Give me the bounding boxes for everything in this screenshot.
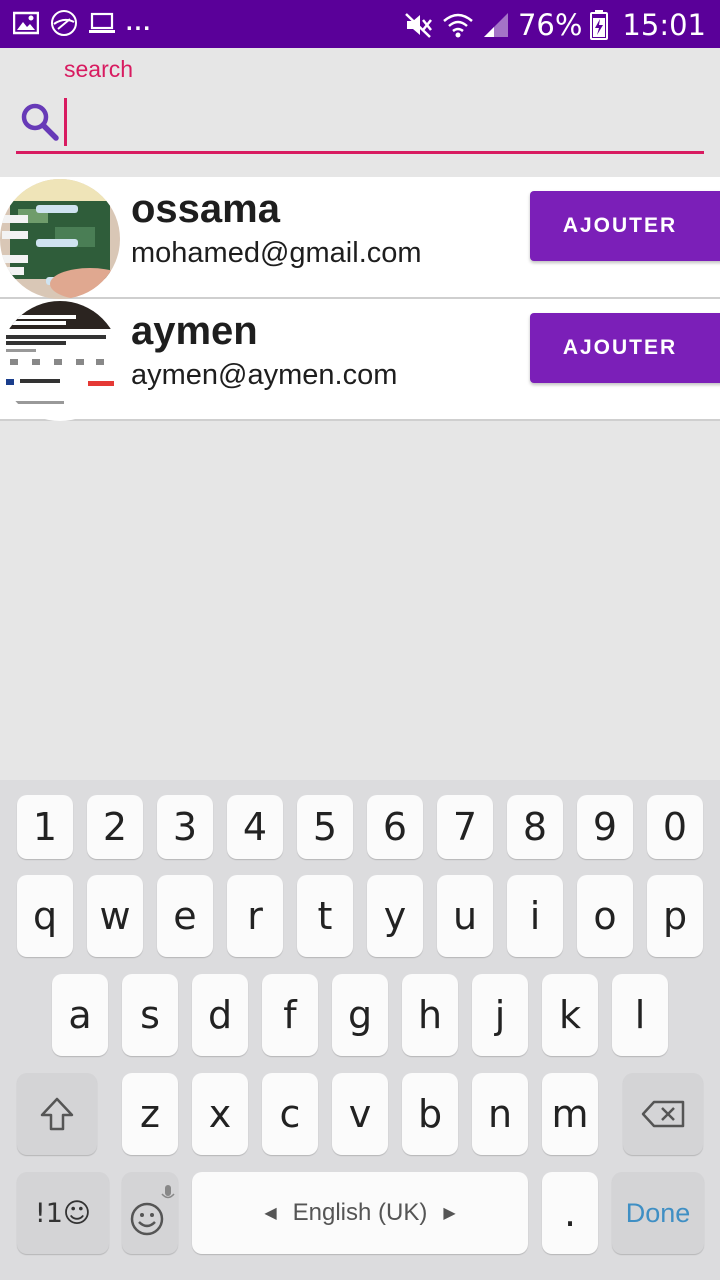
search-input[interactable] xyxy=(64,96,704,148)
user-list: ossama mohamed@gmail.com AJOUTER aymen a… xyxy=(0,177,720,421)
battery-percent: 76% xyxy=(517,8,583,42)
image-icon xyxy=(12,10,40,36)
key-f[interactable]: f xyxy=(262,974,318,1056)
key-q[interactable]: q xyxy=(17,875,73,957)
key-n[interactable]: n xyxy=(472,1073,528,1155)
key-4[interactable]: 4 xyxy=(227,795,283,859)
done-key[interactable]: Done xyxy=(612,1172,704,1254)
symbols-key[interactable]: !1☺ xyxy=(17,1172,109,1254)
search-icon xyxy=(20,102,60,142)
list-item: ossama mohamed@gmail.com AJOUTER xyxy=(0,177,720,299)
user-email: mohamed@gmail.com xyxy=(131,237,422,269)
battery-charging-icon xyxy=(590,10,609,40)
key-m[interactable]: m xyxy=(542,1073,598,1155)
period-key[interactable]: . xyxy=(542,1172,598,1254)
search-label: search xyxy=(64,56,134,82)
status-bar: ... 76% 15:01 xyxy=(0,0,720,48)
key-9[interactable]: 9 xyxy=(577,795,633,859)
list-item: aymen aymen@aymen.com AJOUTER xyxy=(0,299,720,421)
key-7[interactable]: 7 xyxy=(437,795,493,859)
search-underline xyxy=(16,151,704,154)
key-e[interactable]: e xyxy=(157,875,213,957)
avatar[interactable] xyxy=(0,179,120,299)
key-3[interactable]: 3 xyxy=(157,795,213,859)
add-user-button[interactable]: AJOUTER xyxy=(530,313,720,383)
system-icons: 76% 15:01 xyxy=(404,6,706,44)
key-y[interactable]: y xyxy=(367,875,423,957)
soft-keyboard: 1 2 3 4 5 6 7 8 9 0 q w e r t y u i o p … xyxy=(0,780,720,1280)
backspace-icon xyxy=(641,1100,685,1128)
key-s[interactable]: s xyxy=(122,974,178,1056)
key-a[interactable]: a xyxy=(52,974,108,1056)
chevron-left-icon: ◀ xyxy=(264,1205,277,1222)
language-label: English (UK) xyxy=(292,1199,428,1226)
key-h[interactable]: h xyxy=(402,974,458,1056)
add-user-button[interactable]: AJOUTER xyxy=(530,191,720,261)
emoji-icon xyxy=(130,1185,175,1236)
key-g[interactable]: g xyxy=(332,974,388,1056)
key-0[interactable]: 0 xyxy=(647,795,703,859)
key-6[interactable]: 6 xyxy=(367,795,423,859)
laptop-icon xyxy=(88,10,116,36)
chevron-right-icon: ▶ xyxy=(443,1205,456,1222)
shift-icon xyxy=(40,1097,74,1131)
key-d[interactable]: d xyxy=(192,974,248,1056)
key-p[interactable]: p xyxy=(647,875,703,957)
user-name: ossama xyxy=(131,187,280,231)
key-5[interactable]: 5 xyxy=(297,795,353,859)
shift-key[interactable] xyxy=(17,1073,97,1155)
key-l[interactable]: l xyxy=(612,974,668,1056)
key-1[interactable]: 1 xyxy=(17,795,73,859)
key-i[interactable]: i xyxy=(507,875,563,957)
key-t[interactable]: t xyxy=(297,875,353,957)
emoji-key[interactable] xyxy=(122,1172,178,1254)
space-key[interactable]: ◀ English (UK) ▶ xyxy=(192,1172,528,1254)
key-r[interactable]: r xyxy=(227,875,283,957)
user-email: aymen@aymen.com xyxy=(131,359,398,391)
key-x[interactable]: x xyxy=(192,1073,248,1155)
backspace-key[interactable] xyxy=(623,1073,703,1155)
key-c[interactable]: c xyxy=(262,1073,318,1155)
wifi-icon xyxy=(442,11,474,39)
app-icon xyxy=(50,10,78,36)
overflow-indicator: ... xyxy=(126,9,153,36)
user-name: aymen xyxy=(131,309,258,353)
avatar[interactable] xyxy=(0,301,120,421)
key-u[interactable]: u xyxy=(437,875,493,957)
clock: 15:01 xyxy=(622,8,706,42)
key-k[interactable]: k xyxy=(542,974,598,1056)
signal-icon xyxy=(482,11,510,39)
mute-icon xyxy=(404,11,434,39)
text-cursor xyxy=(64,98,67,146)
key-j[interactable]: j xyxy=(472,974,528,1056)
key-b[interactable]: b xyxy=(402,1073,458,1155)
key-2[interactable]: 2 xyxy=(87,795,143,859)
key-w[interactable]: w xyxy=(87,875,143,957)
key-8[interactable]: 8 xyxy=(507,795,563,859)
key-v[interactable]: v xyxy=(332,1073,388,1155)
key-z[interactable]: z xyxy=(122,1073,178,1155)
key-o[interactable]: o xyxy=(577,875,633,957)
notification-icons: ... xyxy=(12,10,152,36)
